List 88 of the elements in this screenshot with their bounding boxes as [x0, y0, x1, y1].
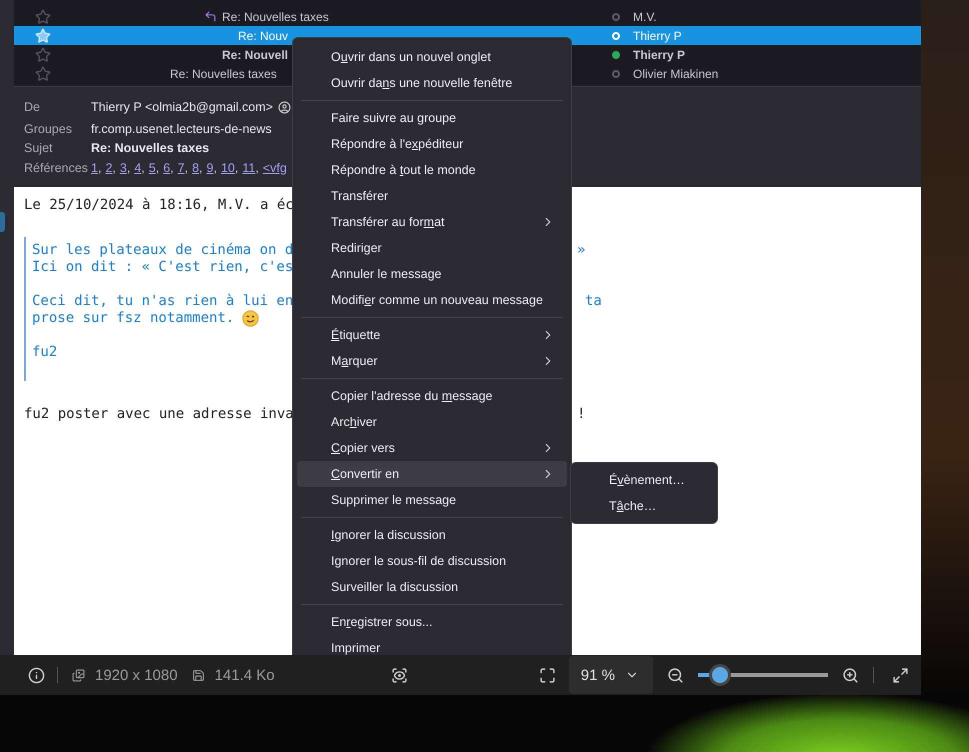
fullscreen-icon[interactable] — [892, 666, 909, 684]
menu-item[interactable]: Répondre à l'expéditeur — [297, 131, 567, 157]
menu-item[interactable]: Annuler le message — [297, 261, 567, 287]
comma: , — [234, 160, 238, 175]
attribution-line: Le 25/10/2024 à 18:16, M.V. a éc — [24, 197, 295, 214]
reference-link[interactable]: 6 — [163, 160, 170, 175]
comma: , — [213, 160, 217, 175]
header-label: Références — [24, 160, 89, 175]
zoom-dropdown[interactable]: 91 % — [568, 656, 653, 694]
reference-link[interactable]: 10 — [220, 160, 235, 175]
star-icon[interactable] — [35, 46, 51, 62]
header-label: Sujet — [24, 141, 54, 156]
zoom-in-icon[interactable] — [842, 666, 859, 684]
menu-item[interactable]: Rediriger — [297, 235, 567, 261]
sender-address[interactable]: Thierry P <olmia2b@gmail.com> — [91, 100, 273, 114]
menu-item[interactable]: Tâche… — [575, 493, 713, 519]
message-text: fu2 poster avec une adresse inva — [24, 406, 294, 422]
menu-item[interactable]: Copier vers — [297, 435, 567, 461]
zoom-out-icon[interactable] — [667, 666, 684, 684]
header-label: De — [24, 100, 41, 114]
menu-item[interactable]: Ignorer le sous-fil de discussion — [297, 548, 567, 574]
menu-item[interactable]: Ignorer la discussion — [297, 522, 567, 548]
comma: , — [156, 160, 160, 175]
reference-link[interactable]: 11 — [242, 160, 256, 175]
comma: , — [170, 160, 174, 175]
images-icon — [72, 668, 85, 682]
save-icon — [192, 668, 205, 682]
menu-item[interactable]: Transférer au format — [297, 209, 567, 235]
reference-link[interactable]: 7 — [178, 160, 185, 175]
contact-icon[interactable] — [278, 100, 291, 114]
header-value: fr.comp.usenet.lecteurs-de-news — [91, 122, 272, 136]
comma: , — [98, 160, 102, 175]
message-text: ! — [577, 406, 586, 423]
star-icon[interactable] — [35, 66, 51, 82]
quoted-text: » — [577, 242, 586, 259]
reference-link[interactable]: 2 — [105, 160, 112, 175]
reference-link[interactable]: 1 — [91, 160, 98, 175]
message-subject[interactable]: Re: Nouvelles taxes — [170, 66, 277, 80]
folder-pane-marker — [0, 212, 5, 232]
image-dimensions: 1920 x 1080 — [95, 666, 178, 684]
reference-link[interactable]: 8 — [192, 160, 200, 175]
message-author: M.V. — [633, 10, 657, 24]
menu-item[interactable]: Supprimer le message — [297, 487, 567, 513]
reference-link[interactable]: 3 — [120, 160, 127, 175]
comma: , — [141, 160, 145, 175]
star-icon[interactable] — [35, 8, 51, 24]
info-icon[interactable] — [28, 666, 45, 684]
message-author: Thierry P — [633, 48, 686, 62]
menu-item[interactable]: Faire suivre au groupe — [297, 105, 567, 131]
fit-to-window-icon[interactable] — [538, 666, 556, 684]
comma: , — [126, 160, 130, 175]
quoted-text: fu2 — [32, 344, 58, 360]
header-label: Groupes — [24, 122, 73, 136]
scan-icon[interactable] — [390, 666, 408, 684]
comma: , — [255, 160, 259, 175]
menu-item[interactable]: Marquer — [297, 348, 567, 374]
reference-link[interactable]: 4 — [134, 160, 142, 175]
reference-link[interactable]: 9 — [206, 160, 214, 175]
comma: , — [199, 160, 202, 175]
quoted-text: prose sur fsz notamment. — [32, 310, 234, 326]
menu-item[interactable]: Surveiller la discussion — [297, 574, 567, 600]
quoted-text: Ici on dit : « C'est rien, c'es — [32, 259, 294, 275]
menu-item[interactable]: Archiver — [297, 409, 567, 435]
reference-link[interactable]: 5 — [148, 160, 156, 175]
slider-thumb[interactable] — [712, 667, 728, 683]
menu-item[interactable]: Convertir en — [297, 461, 567, 487]
message-author: Olivier Miakinen — [633, 66, 718, 80]
menu-item[interactable]: Modifier comme un nouveau message — [297, 287, 567, 313]
menu-item[interactable]: Copier l'adresse du message — [297, 383, 567, 409]
menu-item[interactable]: Transférer — [297, 183, 567, 209]
menu-item[interactable]: Étiquette — [297, 322, 567, 348]
quoted-text: Ceci dit, tu n'as rien à lui en — [32, 293, 294, 309]
menu-item[interactable]: Enregistrer sous... — [297, 609, 567, 635]
quoted-text: Sur les plateaux de cinéma on d — [32, 242, 294, 258]
menu-item[interactable]: Évènement… — [575, 467, 713, 493]
menu-item[interactable]: Ouvrir dans une nouvelle fenêtre — [297, 70, 567, 96]
message-subject[interactable]: Re: Nouvell — [222, 48, 288, 62]
quoted-text: ta — [585, 293, 602, 310]
message-subject[interactable]: Re: Nouvelles taxes — [222, 10, 329, 24]
comma: , — [184, 160, 188, 175]
reference-link[interactable]: <vfg — [262, 160, 287, 175]
comma: , — [112, 160, 116, 175]
message-author: Thierry P — [633, 28, 682, 42]
menu-item[interactable]: Imprimer — [297, 635, 567, 655]
menu-item[interactable]: Répondre à tout le monde — [297, 157, 567, 183]
subject-value: Re: Nouvelles taxes — [91, 141, 210, 156]
file-size: 141.4 Ko — [214, 666, 275, 684]
menu-item[interactable]: Ouvrir dans un nouvel onglet — [297, 44, 567, 70]
